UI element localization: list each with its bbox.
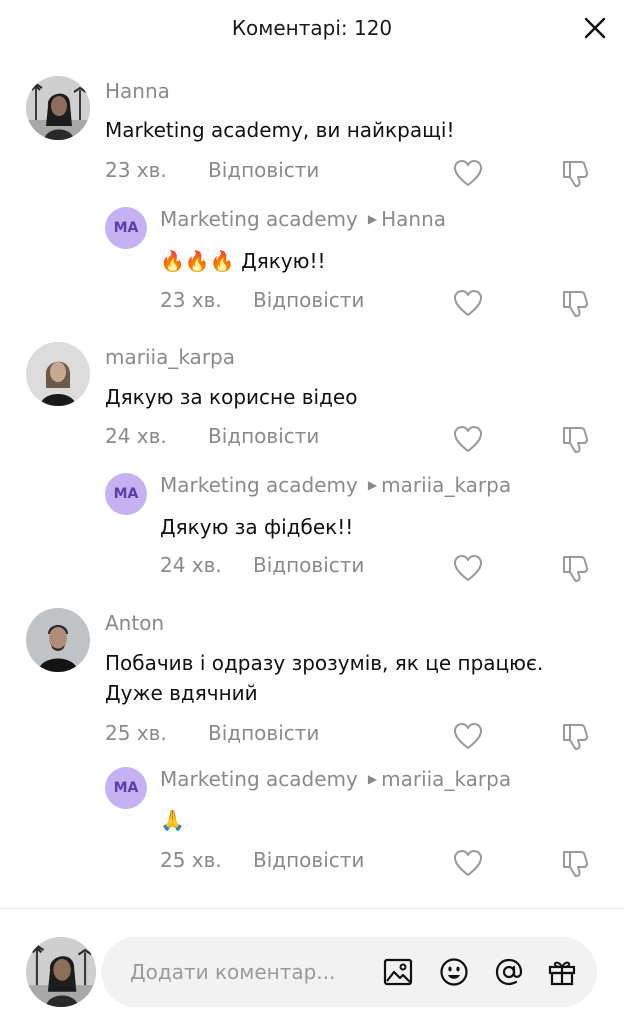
reply-time: 23 хв.	[160, 288, 222, 312]
gift-icon[interactable]	[547, 957, 577, 987]
comment-author[interactable]: Hanna	[105, 79, 170, 103]
caret-right-icon: ▶	[367, 478, 378, 492]
reply-button[interactable]: Відповісти	[208, 158, 319, 182]
user-avatar[interactable]	[26, 937, 96, 1007]
comment-text-line: Дуже вдячний	[105, 681, 258, 705]
avatar-badge[interactable]: MA	[105, 767, 147, 809]
reply-text: 🙏	[160, 808, 185, 832]
thumbs-down-icon[interactable]	[560, 424, 590, 454]
comment-text: Marketing academy, ви найкращі!	[105, 118, 455, 142]
reply-to-user[interactable]: mariia_karpa	[381, 473, 511, 497]
thumbs-down-icon[interactable]	[560, 158, 590, 188]
reply-button[interactable]: Відповісти	[208, 721, 319, 745]
heart-icon[interactable]	[453, 849, 483, 877]
avatar[interactable]	[26, 608, 90, 672]
reply-button[interactable]: Відповісти	[253, 553, 364, 577]
heart-icon[interactable]	[453, 159, 483, 187]
avatar-badge[interactable]: MA	[105, 207, 147, 249]
comments-header: Коментарі: 120	[0, 0, 624, 56]
comment-time: 23 хв.	[105, 158, 167, 182]
divider	[0, 908, 624, 909]
caret-right-icon: ▶	[367, 212, 378, 226]
reply-time: 24 хв.	[160, 553, 222, 577]
reply-button[interactable]: Відповісти	[253, 848, 364, 872]
comment-author[interactable]: Anton	[105, 611, 164, 635]
thumbs-down-icon[interactable]	[560, 848, 590, 878]
thumbs-down-icon[interactable]	[560, 553, 590, 583]
comment-time: 24 хв.	[105, 424, 167, 448]
comment-text-line: Побачив і одразу зрозумів, як це працює.	[105, 651, 544, 675]
image-icon[interactable]	[383, 957, 413, 987]
emoji-icon[interactable]	[439, 957, 469, 987]
reply-to-user[interactable]: mariia_karpa	[381, 767, 511, 791]
comment-text: Дякую за корисне відео	[105, 385, 358, 409]
heart-icon[interactable]	[453, 289, 483, 317]
reply-text: Дякую за фідбек!!	[160, 515, 354, 539]
avatar-badge[interactable]: MA	[105, 473, 147, 515]
avatar[interactable]	[26, 76, 90, 140]
reply-author-line: Marketing academy ▶ mariia_karpa	[160, 767, 511, 791]
reply-author[interactable]: Marketing academy	[160, 473, 358, 497]
comment-time: 25 хв.	[105, 721, 167, 745]
reply-time: 25 хв.	[160, 848, 222, 872]
at-sign-icon[interactable]	[494, 957, 524, 987]
reply-author[interactable]: Marketing academy	[160, 767, 358, 791]
close-icon[interactable]	[580, 13, 610, 43]
comments-count-title: Коментарі: 120	[231, 16, 393, 40]
reply-button[interactable]: Відповісти	[253, 288, 364, 312]
reply-author-line: Marketing academy ▶ Hanna	[160, 207, 446, 231]
comment-author[interactable]: mariia_karpa	[105, 345, 235, 369]
thumbs-down-icon[interactable]	[560, 721, 590, 751]
reply-text: 🔥🔥🔥 Дякую!!	[160, 249, 326, 273]
heart-icon[interactable]	[453, 722, 483, 750]
thumbs-down-icon[interactable]	[560, 288, 590, 318]
caret-right-icon: ▶	[367, 772, 378, 786]
reply-to-user[interactable]: Hanna	[381, 207, 446, 231]
avatar[interactable]	[26, 342, 90, 406]
reply-button[interactable]: Відповісти	[208, 424, 319, 448]
heart-icon[interactable]	[453, 425, 483, 453]
heart-icon[interactable]	[453, 554, 483, 582]
comment-input[interactable]	[130, 950, 358, 994]
reply-author[interactable]: Marketing academy	[160, 207, 358, 231]
reply-author-line: Marketing academy ▶ mariia_karpa	[160, 473, 511, 497]
